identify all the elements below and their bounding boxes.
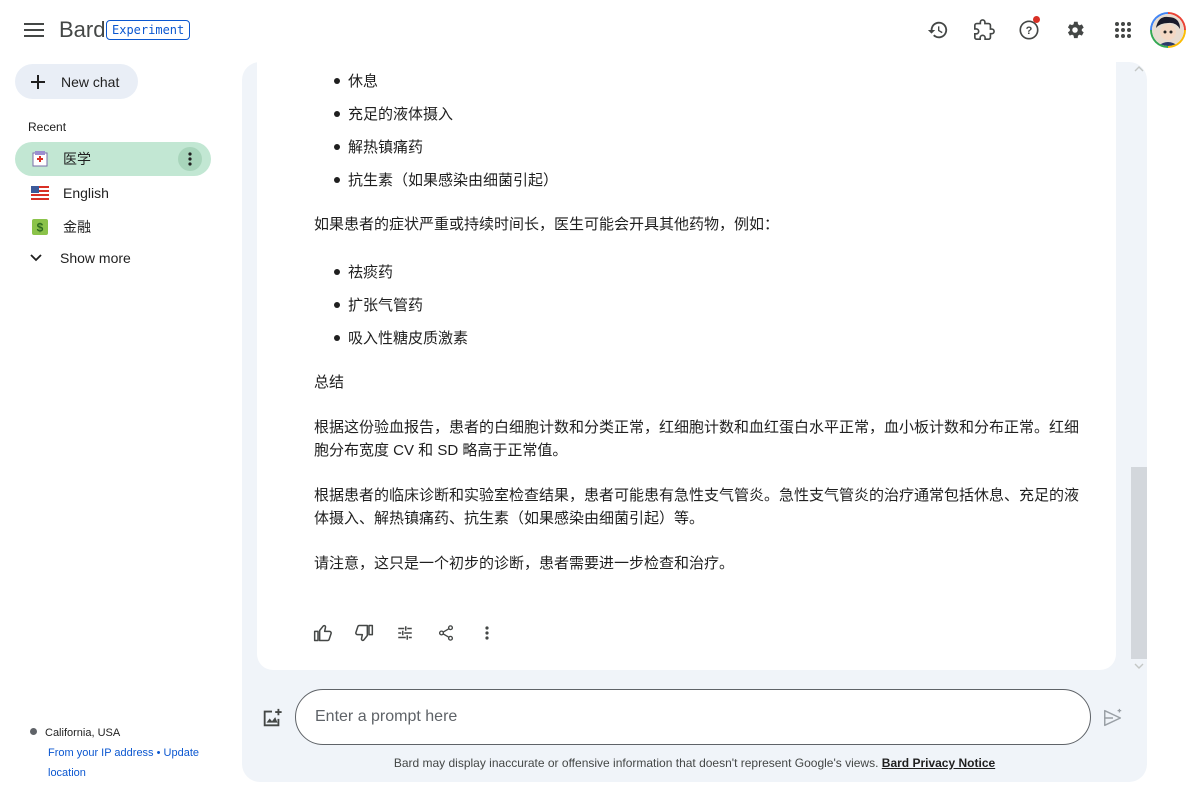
- show-more-button[interactable]: Show more: [30, 250, 131, 266]
- svg-text:?: ?: [1026, 25, 1033, 37]
- more-vert-icon: [188, 152, 192, 166]
- notification-dot: [1033, 16, 1040, 23]
- disclaimer: Bard may display inaccurate or offensive…: [242, 756, 1147, 770]
- from-ip-link[interactable]: From your IP address: [48, 747, 154, 759]
- send-icon: [1104, 708, 1122, 727]
- location-dot-icon: [30, 728, 37, 735]
- svg-text:$: $: [37, 221, 44, 235]
- avatar[interactable]: [1150, 12, 1186, 48]
- more-vert-icon: [485, 626, 489, 640]
- list-item: 祛痰药: [334, 261, 393, 282]
- response-paragraph: 请注意，这只是一个初步的诊断，患者需要进一步检查和治疗。: [314, 555, 735, 572]
- experiment-badge: Experiment: [106, 20, 191, 40]
- history-icon: [927, 21, 948, 39]
- apps-grid-icon: [1115, 22, 1131, 38]
- sidebar-item-english[interactable]: English: [15, 176, 211, 210]
- list-item: 解热镇痛药: [334, 136, 423, 157]
- location-separator: •: [156, 747, 161, 759]
- sidebar-item-label: 金融: [63, 219, 91, 235]
- plus-icon: [31, 74, 45, 89]
- avatar-icon: [1152, 14, 1184, 46]
- sidebar-item-label: 医学: [63, 151, 91, 167]
- new-chat-label: New chat: [61, 73, 120, 90]
- prompt-input[interactable]: [296, 690, 1090, 744]
- send-button[interactable]: [1100, 705, 1126, 731]
- list-item: 吸入性糖皮质激素: [334, 327, 468, 348]
- privacy-notice-link[interactable]: Bard Privacy Notice: [882, 756, 995, 770]
- disclaimer-text: Bard may display inaccurate or offensive…: [393, 756, 879, 770]
- prompt-box: [295, 689, 1091, 745]
- tune-icon: [398, 626, 412, 640]
- thumb-down-icon: [355, 624, 374, 642]
- settings-button[interactable]: [1059, 14, 1091, 46]
- summary-heading: 总结: [314, 374, 345, 391]
- response-paragraph: 如果患者的症状严重或持续时间长，医生可能会开具其他药物，例如：: [314, 216, 780, 233]
- thumb-down-button[interactable]: [351, 620, 377, 646]
- chat-options-button[interactable]: [178, 147, 202, 171]
- scrollbar-thumb[interactable]: [1131, 467, 1147, 659]
- settings-icon: [1067, 21, 1084, 39]
- chevron-down-icon: [30, 254, 42, 262]
- us-flag-icon: [31, 184, 49, 202]
- new-chat-button[interactable]: New chat: [15, 64, 138, 99]
- list-item: 扩张气管药: [334, 294, 423, 315]
- menu-button[interactable]: [18, 14, 50, 46]
- modify-response-button[interactable]: [392, 620, 418, 646]
- sidebar-item-medicine[interactable]: 医学: [15, 142, 211, 176]
- share-icon: [438, 625, 454, 641]
- add-image-icon: [263, 708, 282, 727]
- top-bar: Bard Experiment ?: [0, 0, 1200, 60]
- list-item: 充足的液体摄入: [334, 103, 453, 124]
- location-info: California, USA From your IP address • U…: [30, 723, 220, 783]
- money-icon: $: [31, 218, 49, 236]
- menu-icon: [24, 23, 44, 37]
- upload-image-button[interactable]: [259, 705, 285, 731]
- show-more-label: Show more: [60, 250, 131, 266]
- scroll-down-icon[interactable]: [1134, 661, 1144, 671]
- sidebar-item-finance[interactable]: $ 金融: [15, 210, 211, 244]
- response-actions: [310, 620, 515, 646]
- thumb-up-button[interactable]: [310, 620, 336, 646]
- scroll-up-icon[interactable]: [1134, 64, 1144, 74]
- extensions-button[interactable]: [968, 14, 1000, 46]
- recent-heading: Recent: [28, 120, 67, 134]
- brand-logo[interactable]: Bard: [59, 17, 105, 43]
- history-button[interactable]: [922, 14, 954, 46]
- location-place: California, USA: [45, 727, 121, 739]
- hospital-icon: [31, 150, 49, 168]
- extensions-icon: [974, 19, 995, 40]
- list-item: 休息: [334, 70, 378, 91]
- response-paragraph: 根据这份验血报告，患者的白细胞计数和分类正常，红细胞计数和血红蛋白水平正常，血小…: [314, 419, 1080, 459]
- share-button[interactable]: [433, 620, 459, 646]
- response-paragraph: 根据患者的临床诊断和实验室检查结果，患者可能患有急性支气管炎。急性支气管炎的治疗…: [314, 487, 1080, 527]
- help-button[interactable]: ?: [1013, 14, 1045, 46]
- list-item: 抗生素（如果感染由细菌引起）: [334, 169, 558, 190]
- apps-button[interactable]: [1107, 14, 1139, 46]
- sidebar-item-label: English: [63, 185, 109, 201]
- more-options-button[interactable]: [474, 620, 500, 646]
- thumb-up-icon: [313, 624, 332, 642]
